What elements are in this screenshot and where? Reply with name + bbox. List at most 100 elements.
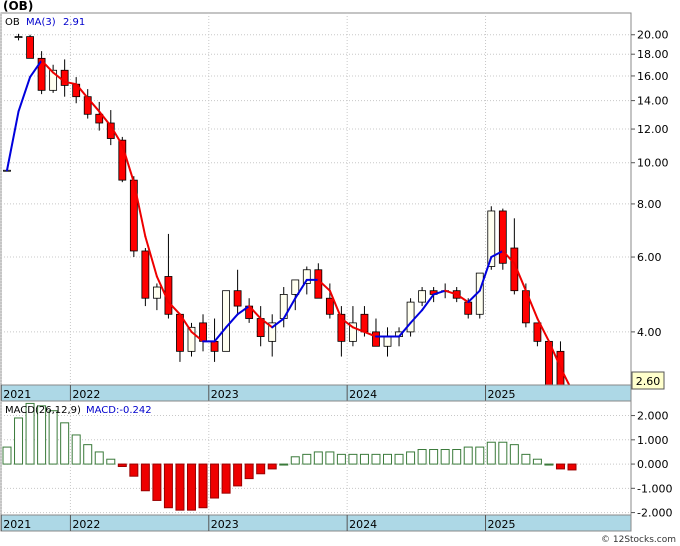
candle-up	[406, 301, 415, 333]
macd-bar-positive	[279, 463, 289, 466]
price-xtick-label: 2022	[72, 388, 100, 401]
macd-bar-negative	[244, 463, 254, 480]
macd-bar-positive	[348, 453, 358, 465]
macd-xtick-label: 2025	[488, 518, 516, 531]
candle-down	[464, 301, 473, 315]
price-ytick-label: 20.00	[637, 29, 669, 42]
macd-bar-positive	[429, 449, 439, 465]
price-ytick-label: 10.00	[637, 157, 669, 170]
macd-bar-negative	[198, 463, 208, 509]
macd-bar-positive	[452, 449, 462, 465]
macd-bar-positive	[532, 458, 542, 465]
legend-symbol: OB	[5, 17, 20, 28]
macd-bar-positive	[325, 451, 335, 465]
macd-bar-positive	[463, 446, 473, 465]
candle-down	[372, 331, 380, 347]
candle-up	[14, 36, 23, 39]
price-xtick-label: 2023	[211, 388, 239, 401]
macd-bar-positive	[371, 453, 381, 465]
macd-bar-negative	[567, 463, 577, 471]
macd-bar-positive	[48, 410, 58, 465]
candle-down	[325, 297, 334, 315]
macd-xtick-label: 2022	[72, 518, 100, 531]
symbol-label: (OB)	[3, 0, 33, 13]
macd-bar-positive	[2, 446, 12, 465]
macd-bar-negative	[140, 463, 150, 492]
macd-bar-negative	[186, 463, 196, 511]
macd-bar-positive	[417, 449, 427, 465]
price-x-axis: 2021 2022 2023 2024 2025	[0, 384, 632, 402]
candle-down	[533, 322, 542, 342]
macd-bar-positive	[475, 446, 485, 465]
macd-ytick-label: -1.000	[637, 482, 672, 495]
macd-bar-positive	[60, 422, 70, 465]
macd-bar-negative	[233, 463, 243, 487]
candle-up	[152, 286, 161, 299]
macd-bar-positive	[302, 453, 312, 465]
macd-bar-positive	[509, 444, 519, 465]
candle-down	[141, 250, 150, 299]
candle-down	[498, 210, 507, 264]
macd-bar-positive	[14, 417, 24, 465]
candle-down	[26, 36, 34, 59]
macd-bar-negative	[129, 463, 139, 477]
macd-legend-value: MACD:-0.242	[86, 405, 152, 416]
macd-bar-positive	[83, 444, 93, 465]
macd-ytick-label: 0.000	[637, 458, 669, 471]
macd-bar-positive	[406, 451, 416, 465]
macd-xtick-label: 2021	[3, 518, 31, 531]
macd-bar-negative	[175, 463, 185, 511]
macd-bar-negative	[210, 463, 220, 499]
macd-bar-negative	[555, 463, 565, 470]
candle-up	[383, 336, 392, 347]
macd-ytick-label: -2.000	[637, 507, 672, 520]
macd-bar-positive	[313, 451, 323, 465]
price-ytick-label: 14.00	[637, 95, 669, 108]
macd-bar-positive	[498, 441, 508, 465]
macd-bar-positive	[71, 434, 81, 465]
macd-bar-positive	[383, 453, 393, 465]
macd-bar-negative	[163, 463, 173, 509]
macd-bar-positive	[521, 453, 531, 465]
macd-bar-positive	[440, 449, 450, 465]
price-ytick-label: 6.00	[637, 251, 662, 264]
price-ytick-label: 12.00	[637, 123, 669, 136]
macd-bar-positive	[336, 453, 346, 465]
macd-panel: 2.000 1.000 0.000 -1.000 -2.000	[0, 400, 672, 520]
price-ytick-label: 16.00	[637, 70, 669, 83]
macd-ytick-label: 2.000	[637, 410, 669, 423]
macd-bar-negative	[267, 463, 277, 470]
price-xtick-label: 2024	[349, 388, 377, 401]
macd-x-axis: 2021 2022 2023 2024 2025	[0, 514, 632, 532]
macd-bar-negative	[221, 463, 231, 494]
candle-down	[210, 340, 219, 352]
price-ytick-label: 8.00	[637, 198, 662, 211]
price-panel: 20.00 18.00 16.00 14.00 12.00 10.00 8.00 6.00 4.…	[0, 12, 669, 419]
macd-xtick-label: 2023	[211, 518, 239, 531]
price-ytick-label: 4.00	[637, 326, 662, 339]
candle-up	[222, 290, 230, 352]
macd-bar-positive	[359, 453, 369, 465]
macd-legend-label: MACD(26,12,9)	[5, 405, 81, 416]
macd-xtick-label: 2024	[349, 518, 377, 531]
last-price-label: 2.60	[636, 375, 661, 388]
macd-bar-negative	[256, 463, 266, 475]
macd-ytick-label: 1.000	[637, 434, 669, 447]
candle-up	[418, 290, 427, 303]
candle-down	[233, 290, 242, 307]
macd-bar-negative	[117, 463, 127, 467]
macd-bar-positive	[94, 451, 104, 465]
price-ytick-label: 18.00	[637, 48, 669, 61]
candle-down	[314, 269, 323, 299]
macd-bar-positive	[106, 458, 116, 465]
macd-bar-positive	[394, 453, 404, 465]
last-price-box: 2.60	[631, 371, 665, 390]
chart-canvas: 20.00 18.00 16.00 14.00 12.00 10.00 8.00 6.00 4.…	[0, 0, 680, 546]
legend-ma-value: 2.91	[63, 17, 85, 28]
macd-bar-positive	[290, 456, 300, 465]
legend-ma-label: MA(3)	[26, 17, 56, 28]
watermark: © 12Stocks.com	[601, 535, 676, 545]
macd-bar-positive	[544, 463, 554, 466]
macd-bar-positive	[486, 441, 496, 465]
price-xtick-label: 2021	[3, 388, 31, 401]
